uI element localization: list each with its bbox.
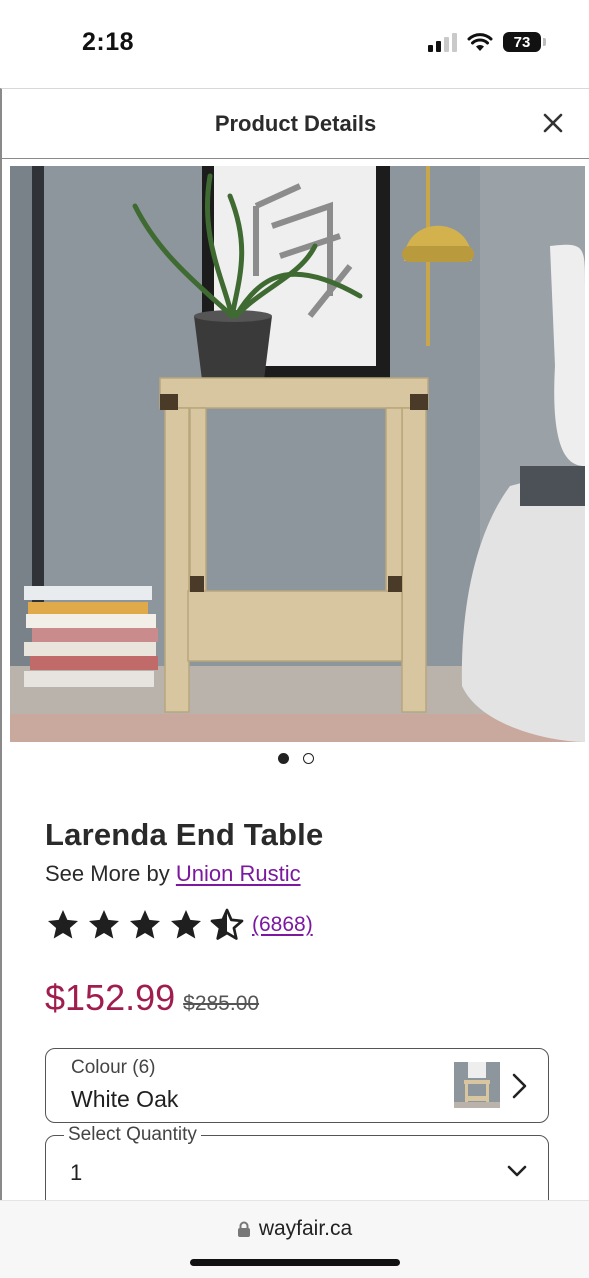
lock-icon [237,1221,250,1237]
list-price: $285.00 [183,992,260,1015]
cellular-signal-icon [428,32,457,52]
star-full-icon [89,910,119,939]
brand-prefix: See More by [45,861,170,886]
colour-thumbnail [454,1062,500,1108]
colour-selector[interactable]: Colour (6) White Oak [45,1048,549,1123]
star-full-icon [130,910,160,939]
wifi-icon [467,33,493,51]
page-title: Product Details [214,111,377,136]
quantity-label: Select Quantity [64,1124,201,1146]
status-time: 2:18 [82,28,135,56]
battery-icon: 73 [503,32,546,52]
star-full-icon [48,910,78,939]
product-photo [10,166,585,742]
product-details-sheet: Product Details Larenda End Table See Mo… [0,88,589,1200]
carousel-dot-2[interactable] [302,753,314,764]
star-half-icon [210,908,244,940]
sheet-header: Product Details [2,89,589,159]
battery-level: 73 [513,33,531,51]
url-row[interactable]: wayfair.ca [0,1217,589,1241]
review-count-link[interactable]: (6868) [252,913,313,937]
rating[interactable]: (6868) [45,907,313,943]
carousel-dot-1[interactable] [277,753,289,764]
colour-label: Colour (6) [71,1057,156,1078]
status-bar: 2:18 73 [0,0,589,88]
quantity-select[interactable]: Select Quantity 1 [45,1124,549,1200]
browser-address-bar[interactable]: wayfair.ca [0,1200,589,1278]
brand-link[interactable]: Union Rustic [176,861,301,886]
product-title: Larenda End Table [45,817,324,852]
colour-value: White Oak [71,1086,179,1112]
chevron-down-icon [507,1165,527,1177]
status-icons: 73 [428,32,546,52]
price-row: $152.99 $285.00 [45,977,259,1019]
quantity-value: 1 [70,1160,83,1185]
chevron-right-icon [512,1073,527,1099]
sale-price: $152.99 [45,977,176,1018]
close-icon[interactable] [539,109,567,137]
product-image[interactable] [10,166,585,742]
brand-line: See More by Union Rustic [45,861,301,887]
star-full-icon [171,910,201,939]
star-rating [45,907,245,943]
url-text[interactable]: wayfair.ca [259,1217,352,1241]
carousel-dots [2,753,589,764]
home-indicator[interactable] [190,1259,400,1266]
